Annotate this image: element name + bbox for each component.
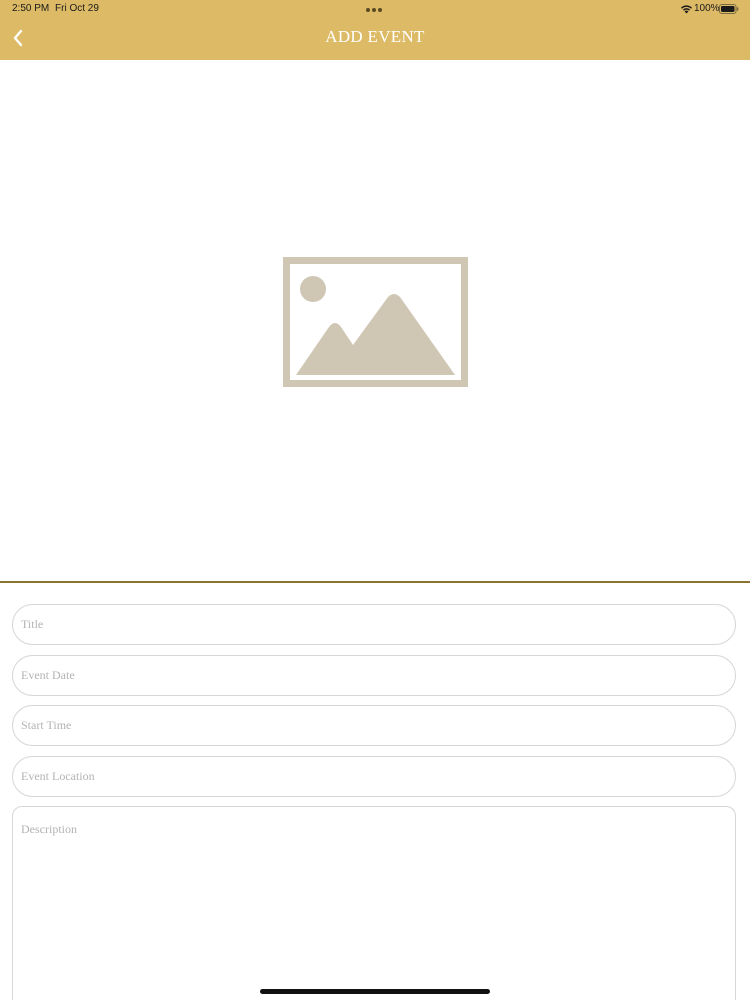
page-title: ADD EVENT [325,27,425,46]
home-indicator[interactable] [260,989,490,994]
add-event-screen: 2:50 PM Fri Oct 29 100% ADD EVENT [0,0,750,1000]
section-divider [0,581,750,583]
image-placeholder-icon [283,257,468,387]
title-input[interactable] [12,604,736,645]
status-date: Fri Oct 29 [55,3,99,14]
event-date-input[interactable] [12,655,736,696]
status-time: 2:50 PM [12,3,50,14]
battery-icon [719,4,739,14]
wifi-icon [681,5,692,14]
event-image-picker[interactable] [0,60,750,581]
top-bar: 2:50 PM Fri Oct 29 100% ADD EVENT [0,0,750,60]
description-input[interactable] [12,806,736,1000]
multitasking-dots-icon[interactable] [366,8,382,12]
event-location-input[interactable] [12,756,736,797]
start-time-input[interactable] [12,705,736,746]
battery-percent: 100% [694,3,720,14]
